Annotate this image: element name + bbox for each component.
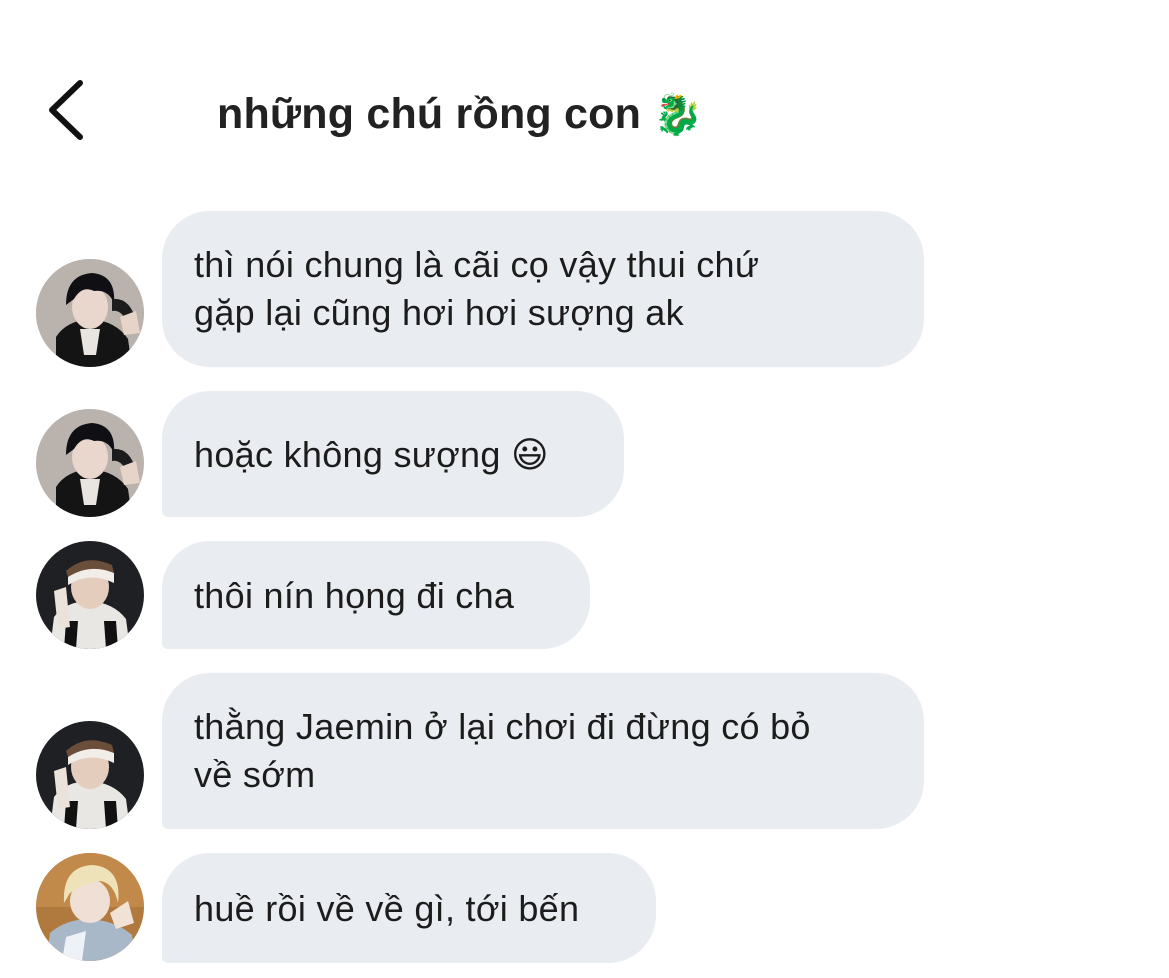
avatar[interactable] [36,409,144,517]
message-bubble[interactable]: hoặc không sượng 😃 [162,391,624,517]
avatar[interactable] [36,853,144,961]
message-bubble[interactable]: thì nói chung là cãi cọ vậy thui chứ gặp… [162,211,924,367]
avatar[interactable] [36,541,144,649]
message-text: thì nói chung là cãi cọ vậy thui chứ gặp… [194,244,760,333]
message-row: thì nói chung là cãi cọ vậy thui chứ gặp… [0,211,1169,367]
message-text: hoặc không sượng 😃 [194,434,549,475]
avatar[interactable] [36,721,144,829]
message-text: thằng Jaemin ở lại chơi đi đừng có bỏ về… [194,706,811,795]
message-bubble[interactable]: huề rồi về về gì, tới bến [162,853,656,963]
chat-title-text: những chú rồng con [217,90,642,138]
message-row: thôi nín họng đi cha [0,541,1169,649]
message-text: thôi nín họng đi cha [194,575,515,616]
chat-header: những chú rồng con 🐉 [0,0,1169,180]
avatar[interactable] [36,259,144,367]
back-button[interactable] [40,78,100,142]
message-text: huề rồi về về gì, tới bến [194,888,580,929]
chat-title: những chú rồng con 🐉 [217,88,703,141]
dragon-emoji-icon: 🐉 [653,92,704,138]
message-bubble[interactable]: thôi nín họng đi cha [162,541,590,649]
message-row: huề rồi về về gì, tới bến [0,853,1169,963]
message-row: thằng Jaemin ở lại chơi đi đừng có bỏ về… [0,673,1169,829]
message-row: hoặc không sượng 😃 [0,391,1169,517]
message-bubble[interactable]: thằng Jaemin ở lại chơi đi đừng có bỏ về… [162,673,924,829]
chevron-left-icon [49,80,83,140]
